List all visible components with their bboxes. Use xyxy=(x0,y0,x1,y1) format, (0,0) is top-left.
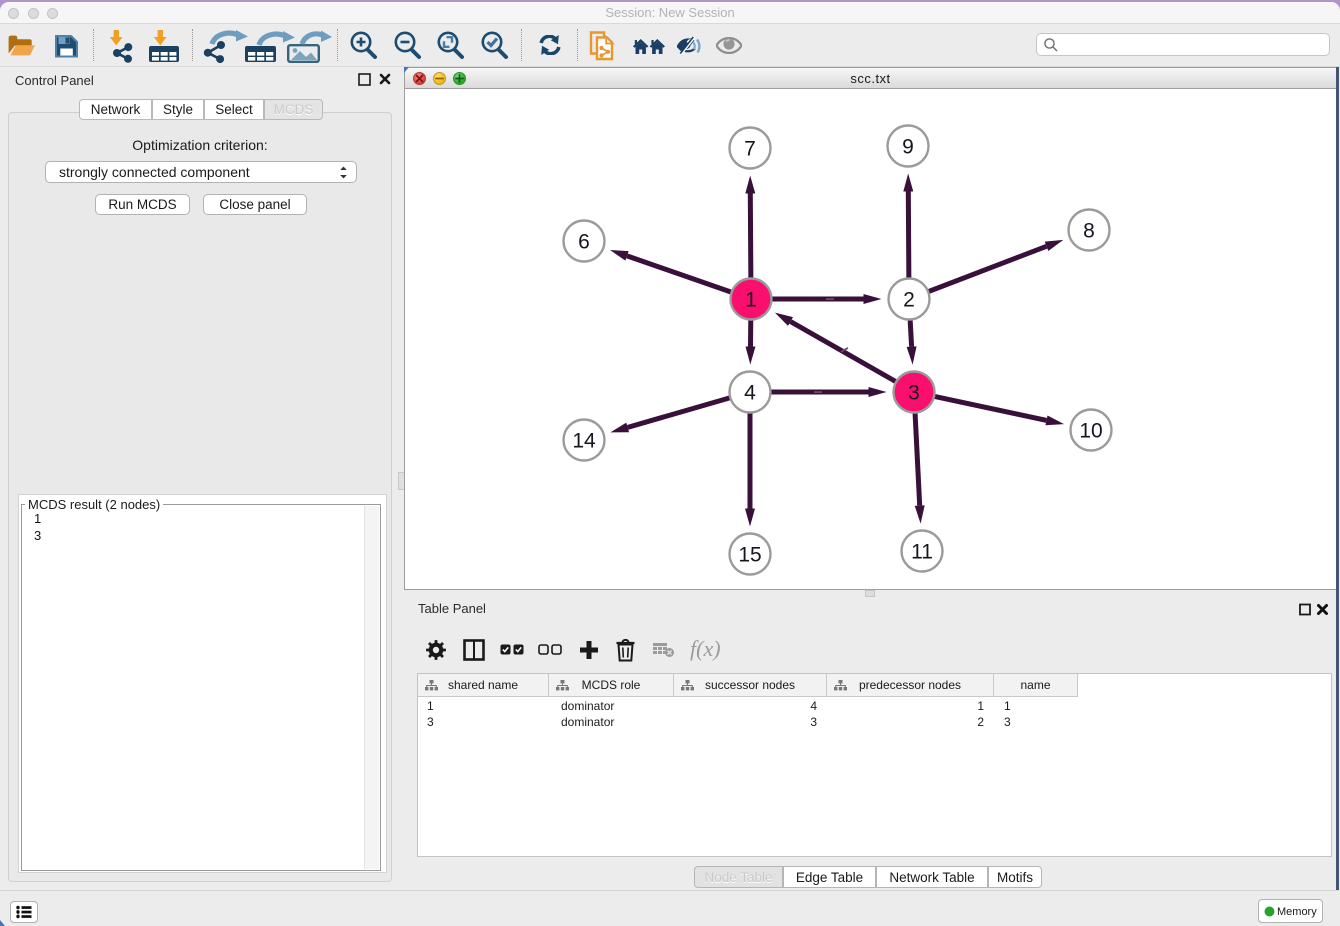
svg-text:6: 6 xyxy=(578,231,590,254)
svg-text:4: 4 xyxy=(744,382,756,405)
svg-text:3: 3 xyxy=(908,382,920,405)
svg-text:8: 8 xyxy=(1083,220,1095,243)
svg-text:7: 7 xyxy=(744,138,756,161)
svg-text:9: 9 xyxy=(902,136,914,159)
svg-text:15: 15 xyxy=(738,544,761,567)
svg-text:10: 10 xyxy=(1079,420,1102,443)
svg-text:2: 2 xyxy=(903,289,915,312)
svg-text:14: 14 xyxy=(572,430,596,453)
svg-text:11: 11 xyxy=(911,541,933,564)
svg-text:1: 1 xyxy=(745,289,757,312)
